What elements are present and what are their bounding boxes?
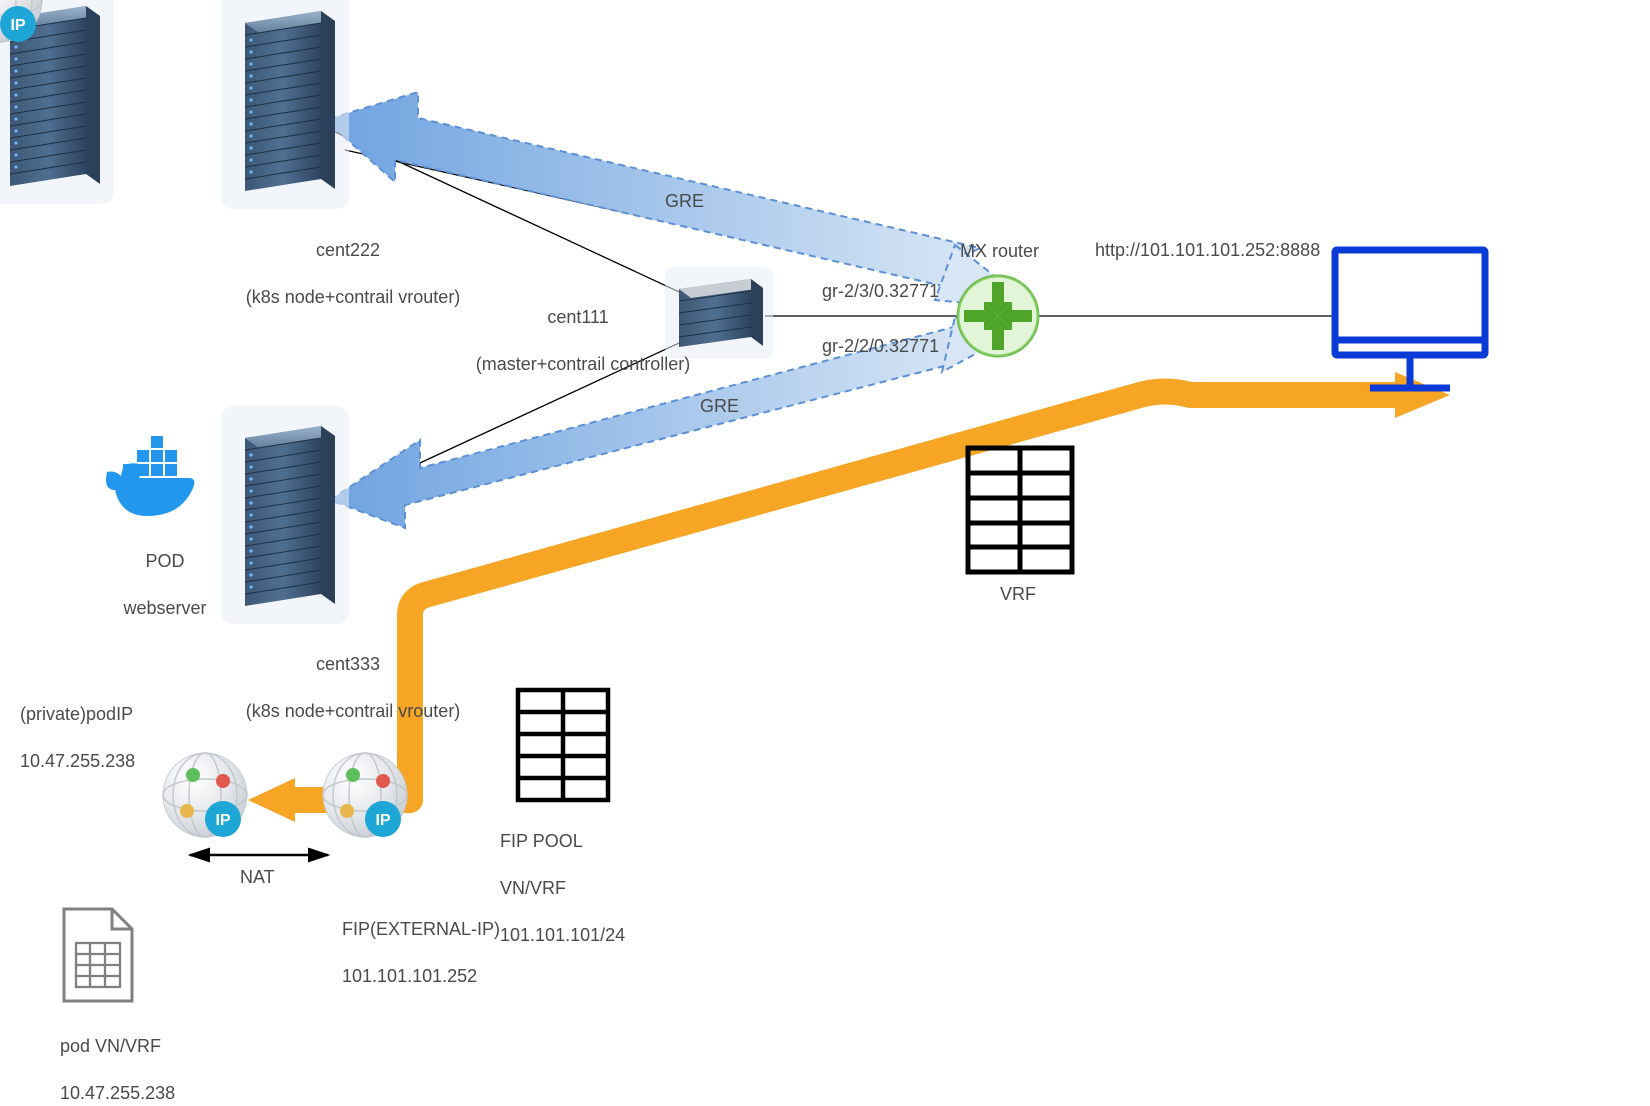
- fip-pool-label: FIP POOL VN/VRF 101.101.101/24: [490, 807, 625, 947]
- spreadsheet-file-icon: [64, 909, 132, 1001]
- podvrf-l2: 10.47.255.238: [60, 1083, 175, 1103]
- server-icon-cent333: [221, 406, 349, 624]
- orange-flow-arrow: [248, 372, 1450, 822]
- vrf-label: VRF: [1000, 583, 1036, 606]
- fip-pool-l1: FIP POOL: [500, 831, 583, 851]
- cent333-sub: (k8s node+contrail vrouter): [203, 700, 503, 723]
- diagram-canvas: { "nodes": { "cent222": { "name": "cent2…: [0, 0, 1650, 1072]
- fip-l2: 101.101.101.252: [342, 966, 477, 986]
- cent222-name: cent222: [316, 240, 380, 260]
- podip-label: (private)podIP 10.47.255.238: [10, 680, 135, 774]
- gre-label-bottom: GRE: [700, 395, 739, 418]
- server-icon-cent111: [665, 267, 773, 359]
- server-rack-template: [0, 0, 114, 204]
- cent333-label: cent333 (k8s node+contrail vrouter): [253, 630, 433, 724]
- vrf-table-icon: [968, 448, 1072, 572]
- docker-icon: [106, 436, 194, 516]
- fip-pool-l3: 101.101.101/24: [500, 925, 625, 945]
- fip-pool-l2: VN/VRF: [500, 878, 566, 898]
- gre-label-top: GRE: [665, 190, 704, 213]
- podip-l1: (private)podIP: [20, 704, 133, 724]
- cent111-sub: (master+contrail controller): [443, 353, 723, 376]
- server-icon-cent222: [221, 0, 349, 209]
- if1-label: gr-2/3/0.32771: [822, 280, 939, 303]
- pod-label: POD webserver: [110, 527, 210, 621]
- fip-vrf-table-icon: [518, 690, 608, 800]
- globe-ip-icon-private: [163, 753, 247, 837]
- globe-ip-icon-fip: [323, 753, 407, 837]
- router-icon: [958, 276, 1038, 356]
- cent333-name: cent333: [316, 654, 380, 674]
- pod-l2: webserver: [123, 598, 206, 618]
- podvrf-l1: pod VN/VRF: [60, 1036, 161, 1056]
- fip-l1: FIP(EXTERNAL-IP): [342, 919, 500, 939]
- computer-icon: [1335, 250, 1485, 388]
- svg-text:IP: IP: [10, 17, 25, 34]
- cent111-name: cent111: [547, 307, 608, 327]
- podvrf-label: pod VN/VRF 10.47.255.238: [50, 1012, 175, 1106]
- fip-label: FIP(EXTERNAL-IP) 101.101.101.252: [332, 895, 500, 989]
- cent222-label: cent222 (k8s node+contrail vrouter): [253, 216, 433, 310]
- mx-label: MX router: [960, 240, 1039, 263]
- pod-l1: POD: [146, 551, 185, 571]
- cent222-sub: (k8s node+contrail vrouter): [203, 286, 503, 309]
- nat-label: NAT: [240, 866, 275, 889]
- podip-l2: 10.47.255.238: [20, 751, 135, 771]
- url-label: http://101.101.101.252:8888: [1095, 239, 1320, 262]
- if2-label: gr-2/2/0.32771: [822, 335, 939, 358]
- cent111-label: cent111 (master+contrail controller): [473, 283, 673, 377]
